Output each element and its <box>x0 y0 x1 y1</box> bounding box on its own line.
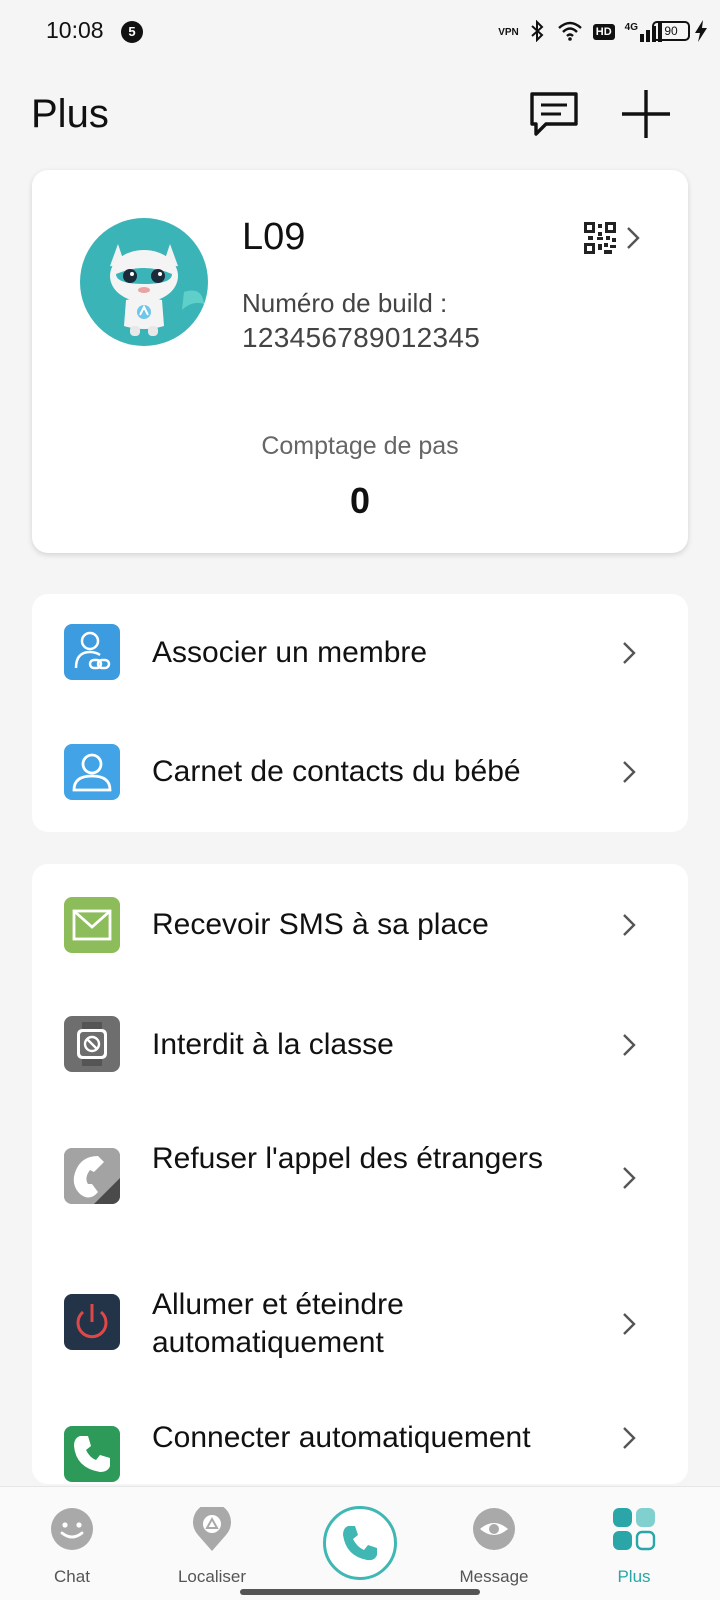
smiley-chat-icon <box>51 1508 93 1550</box>
network-type: 4G <box>624 22 638 33</box>
power-icon <box>64 1294 120 1350</box>
menu-label: Allumer et éteindre automatiquement <box>152 1288 404 1359</box>
chat-messages-button[interactable] <box>528 88 580 140</box>
nav-label: Localiser <box>177 1567 247 1586</box>
plus-icon <box>622 90 670 138</box>
status-time: 10:08 <box>46 17 104 43</box>
grid-icon <box>613 1508 656 1551</box>
menu-item-baby-contacts[interactable]: Carnet de contacts du bébé <box>32 712 688 832</box>
menu-label: Recevoir SMS à sa place <box>152 908 489 941</box>
location-pin-icon <box>193 1507 231 1551</box>
steps-label: Comptage de pas <box>261 432 459 460</box>
steps-value: 0 <box>349 480 371 521</box>
charging-icon <box>694 20 708 47</box>
menu-label: Connecter automatiquement <box>152 1421 531 1454</box>
chevron-right-icon <box>620 639 638 667</box>
device-name: L09 <box>242 216 306 258</box>
notification-count-badge: 5 <box>121 21 143 43</box>
nav-chat[interactable]: Chat <box>12 1487 132 1600</box>
chevron-right-icon <box>624 224 642 252</box>
build-number: 123456789012345 <box>242 322 481 353</box>
nav-locate[interactable]: Localiser <box>152 1487 272 1600</box>
nav-plus[interactable]: Plus <box>574 1487 694 1600</box>
menu-item-class-mode[interactable]: Interdit à la classe <box>32 986 688 1104</box>
bluetooth-icon <box>529 19 547 45</box>
build-label: Numéro de build : <box>242 288 448 318</box>
menu-item-associate-member[interactable]: Associer un membre <box>32 594 688 712</box>
qr-code-icon[interactable] <box>584 222 616 254</box>
call-button[interactable] <box>323 1506 397 1580</box>
menu-label: Interdit à la classe <box>152 1028 394 1061</box>
wifi-icon <box>557 21 583 44</box>
menu-item-receive-sms[interactable]: Recevoir SMS à sa place <box>32 864 688 986</box>
add-button[interactable] <box>620 88 672 140</box>
chevron-right-icon <box>620 1164 638 1192</box>
menu-item-auto-power[interactable]: Allumer et éteindre automatiquement <box>32 1254 688 1402</box>
watch-block-icon <box>64 1016 120 1072</box>
cat-mascot-icon <box>110 244 204 336</box>
status-icons: VPN HD 4G <box>498 18 662 46</box>
home-indicator[interactable] <box>240 1589 480 1595</box>
nav-label: Plus <box>617 1567 651 1586</box>
menu-item-reject-strangers[interactable]: Refuser l'appel des étrangers <box>32 1104 688 1254</box>
chevron-right-icon <box>620 1310 638 1338</box>
chevron-right-icon <box>620 1424 638 1452</box>
settings-menu-card: Recevoir SMS à sa place Interdit à la cl… <box>32 864 688 1484</box>
chevron-right-icon <box>620 911 638 939</box>
device-avatar <box>80 218 208 346</box>
contacts-icon <box>64 744 120 800</box>
page-title: Plus <box>31 92 109 136</box>
menu-label: Associer un membre <box>152 636 428 669</box>
message-bubble-icon <box>530 92 578 136</box>
chevron-right-icon <box>620 1031 638 1059</box>
phone-icon <box>64 1426 120 1482</box>
eye-icon <box>473 1508 515 1550</box>
menu-label: Carnet de contacts du bébé <box>152 755 521 788</box>
menu-label: Refuser l'appel des étrangers <box>152 1142 543 1175</box>
phone-reject-icon <box>64 1148 120 1204</box>
nav-message[interactable]: Message <box>434 1487 554 1600</box>
device-card[interactable]: L09 Numéro de build : 123456789012345 Co… <box>32 170 688 553</box>
link-member-icon <box>64 624 120 680</box>
nav-label: Chat <box>54 1567 90 1586</box>
members-menu-card: Associer un membre Carnet de contacts du… <box>32 594 688 832</box>
envelope-icon <box>64 897 120 953</box>
vpn-icon: VPN <box>498 26 519 38</box>
battery-icon: 90 <box>652 21 690 41</box>
status-bar: 10:08 5 VPN HD 4G 90 <box>0 0 720 64</box>
phone-call-icon <box>343 1526 377 1561</box>
chevron-right-icon <box>620 758 638 786</box>
battery-level: 90 <box>664 24 678 38</box>
menu-item-auto-connect[interactable]: Connecter automatiquement <box>32 1402 688 1484</box>
hd-icon: HD <box>592 24 615 40</box>
nav-label: Message <box>459 1567 529 1586</box>
